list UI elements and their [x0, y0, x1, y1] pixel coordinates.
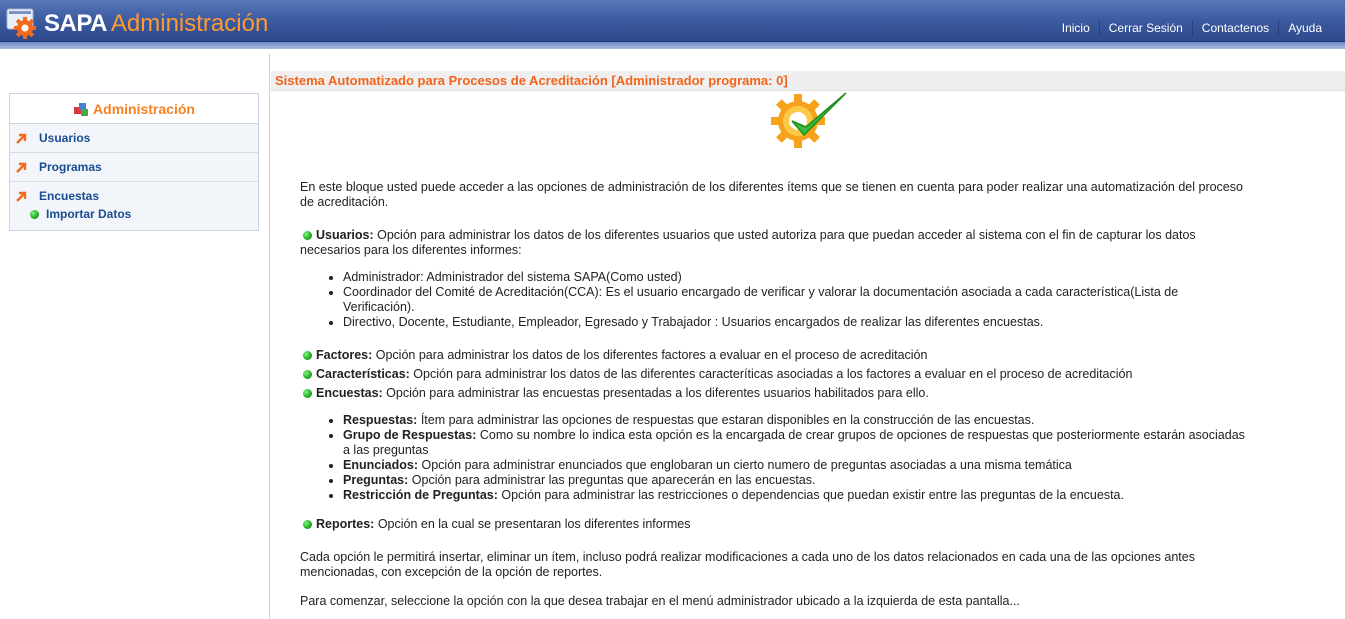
list-item-desc: Opción para administrar las restriccione… — [497, 488, 1124, 502]
green-dot-icon — [30, 209, 39, 219]
nav-ayuda-link[interactable]: Ayuda — [1278, 20, 1331, 36]
factores-term: Factores: — [316, 348, 373, 362]
vertical-divider — [269, 54, 270, 619]
admin-cubes-icon — [74, 102, 89, 116]
sapa-logo-icon — [6, 8, 36, 39]
gear-check-icon — [771, 92, 847, 148]
list-item-term: Enunciados: — [343, 458, 419, 472]
main-content: En este bloque usted puede acceder a las… — [300, 180, 1245, 609]
caracteristicas-desc: Opción para administrar los datos de las… — [409, 367, 1133, 381]
usuarios-term: Usuarios: — [316, 228, 374, 242]
list-item-term: Respuestas: — [343, 413, 418, 427]
outro-paragraph: Cada opción le permitirá insertar, elimi… — [300, 550, 1195, 579]
sidebar-menu: Usuarios Programas Encuestas Importar Da… — [9, 124, 259, 231]
admin-sidebar: Administración Usuarios Programas Encues… — [9, 93, 259, 231]
top-nav: Inicio Cerrar Sesión Contactenos Ayuda — [1053, 20, 1331, 36]
sidebar-item-label: Usuarios — [39, 131, 91, 145]
green-dot-icon — [303, 389, 312, 398]
encuestas-term: Encuestas: — [316, 386, 383, 400]
list-item: Directivo, Docente, Estudiante, Empleado… — [343, 315, 1245, 330]
sidebar-title-label: Administración — [93, 100, 195, 117]
orange-arrow-icon — [16, 162, 27, 173]
top-header: SAPA Administración Inicio Cerrar Sesión … — [0, 0, 1345, 49]
green-dot-icon — [303, 231, 312, 240]
list-item: Restricción de Preguntas: Opción para ad… — [343, 488, 1245, 503]
factores-desc: Opción para administrar los datos de los… — [372, 348, 928, 362]
orange-arrow-icon — [16, 133, 27, 144]
encuestas-desc: Opción para administrar las encuestas pr… — [382, 386, 929, 400]
usuarios-description: Usuarios: Opción para administrar los da… — [300, 228, 1245, 258]
sidebar-subitem-importar-datos[interactable]: Importar Datos — [30, 207, 131, 221]
list-item: Enunciados: Opción para administrar enun… — [343, 458, 1245, 473]
green-dot-icon — [303, 520, 312, 529]
reportes-desc: Opción en la cual se presentaran los dif… — [374, 517, 691, 531]
sidebar-item-programas[interactable]: Programas — [10, 153, 258, 182]
header-stripe — [0, 42, 1345, 49]
instructions-paragraph: Para comenzar, seleccione la opción con … — [300, 594, 1020, 608]
caracteristicas-term: Características: — [316, 367, 410, 381]
list-item: Respuestas: Ítem para administrar las op… — [343, 413, 1245, 428]
sidebar-item-encuestas[interactable]: Encuestas Importar Datos — [10, 182, 258, 230]
green-dot-icon — [303, 351, 312, 360]
list-item: Grupo de Respuestas: Como su nombre lo i… — [343, 428, 1245, 458]
list-item-desc: Opción para administrar enunciados que e… — [418, 458, 1072, 472]
caracteristicas-description: Características: Opción para administrar… — [300, 367, 1245, 382]
reportes-description: Reportes: Opción en la cual se presentar… — [300, 517, 1245, 532]
sidebar-title: Administración — [9, 93, 259, 124]
factores-description: Factores: Opción para administrar los da… — [300, 348, 1245, 363]
user-types-list: Administrador: Administrador del sistema… — [300, 270, 1245, 330]
list-item-term: Grupo de Respuestas: — [343, 428, 477, 442]
list-item-desc: Opción para administrar las preguntas qu… — [408, 473, 816, 487]
sidebar-item-label: Encuestas — [39, 189, 100, 203]
nav-contactenos-link[interactable]: Contactenos — [1191, 20, 1278, 36]
intro-paragraph: En este bloque usted puede acceder a las… — [300, 180, 1243, 209]
reportes-term: Reportes: — [316, 517, 375, 531]
encuestas-description: Encuestas: Opción para administrar las e… — [300, 386, 1245, 401]
sidebar-item-label: Programas — [39, 160, 102, 174]
page-title: Sistema Automatizado para Procesos de Ac… — [271, 71, 1345, 91]
sidebar-subitem-label: Importar Datos — [46, 207, 132, 221]
list-item-term: Restricción de Preguntas: — [343, 488, 498, 502]
orange-arrow-icon — [16, 191, 27, 202]
list-item-desc: Como su nombre lo indica esta opción es … — [343, 428, 1245, 457]
nav-inicio-link[interactable]: Inicio — [1053, 20, 1099, 36]
list-item-term: Preguntas: — [343, 473, 409, 487]
encuestas-options-list: Respuestas: Ítem para administrar las op… — [300, 413, 1245, 503]
brand-sapa: SAPA — [44, 10, 107, 37]
sidebar-item-usuarios[interactable]: Usuarios — [10, 124, 258, 153]
green-dot-icon — [303, 370, 312, 379]
list-item-desc: Ítem para administrar las opciones de re… — [417, 413, 1035, 427]
list-item: Administrador: Administrador del sistema… — [343, 270, 1245, 285]
list-item: Coordinador del Comité de Acreditación(C… — [343, 285, 1245, 315]
brand-admin: Administración — [110, 10, 269, 37]
usuarios-desc: Opción para administrar los datos de los… — [300, 228, 1196, 257]
brand-title: SAPA Administración — [44, 9, 268, 39]
nav-cerrar-sesion-link[interactable]: Cerrar Sesión — [1098, 20, 1192, 36]
list-item: Preguntas: Opción para administrar las p… — [343, 473, 1245, 488]
